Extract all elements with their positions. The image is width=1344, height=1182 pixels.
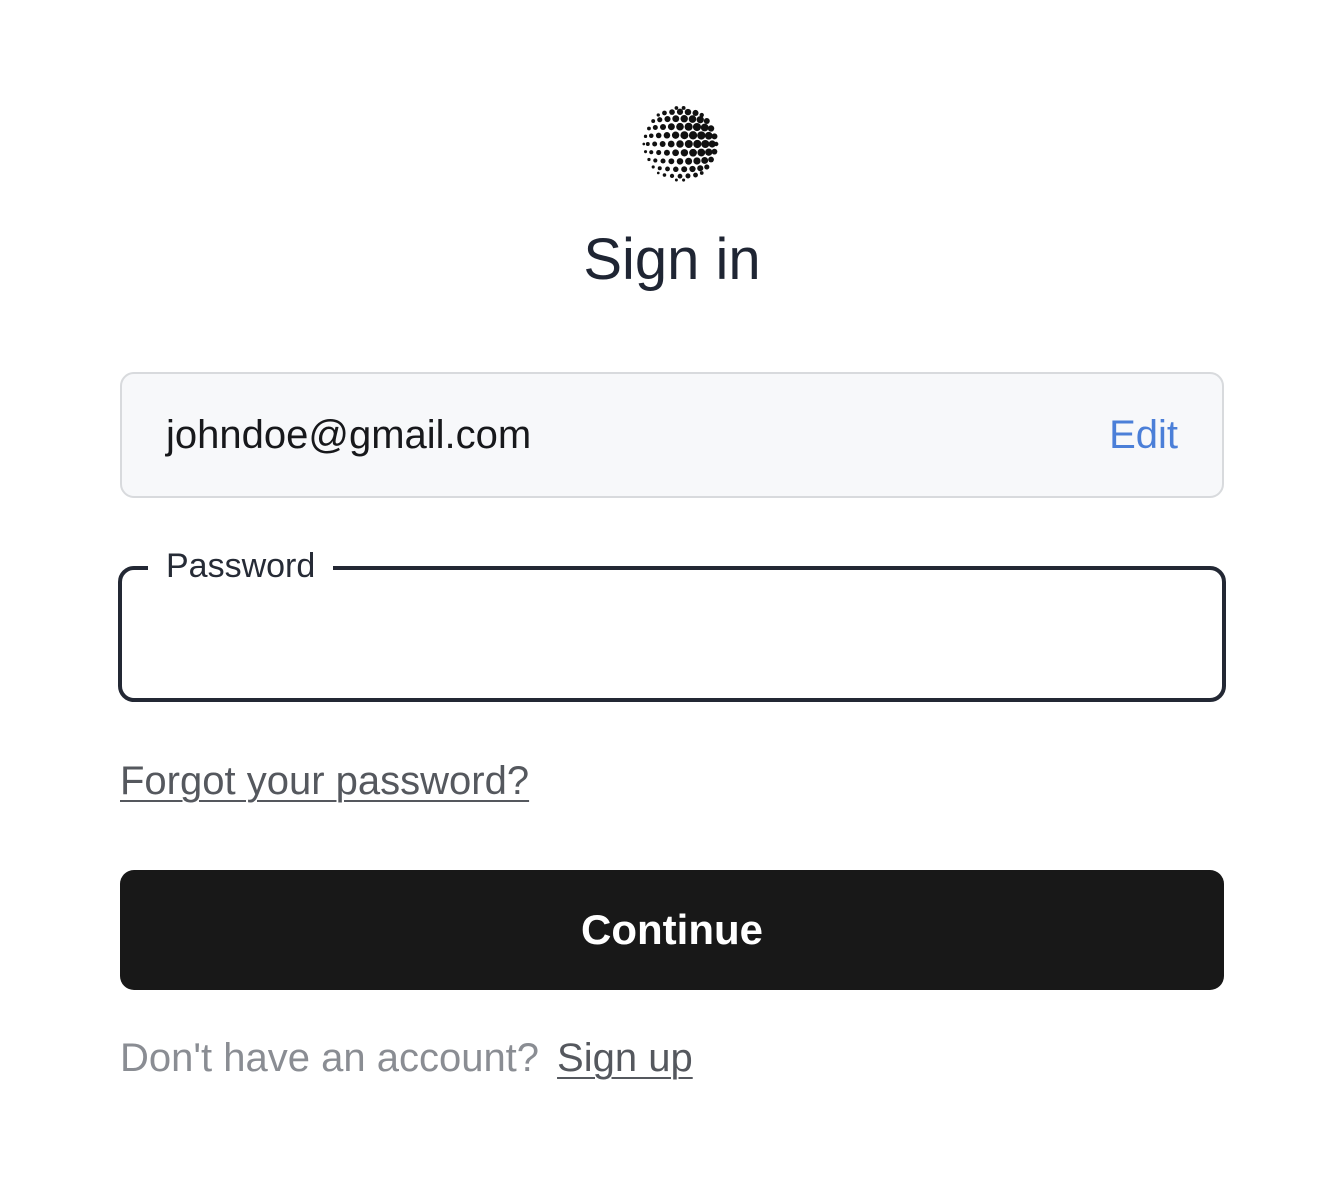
email-display: johndoe@gmail.com Edit	[120, 372, 1224, 498]
password-input[interactable]	[162, 600, 1176, 662]
signup-link[interactable]: Sign up	[557, 1036, 693, 1080]
edit-email-button[interactable]: Edit	[1109, 374, 1178, 496]
password-field[interactable]: Password	[118, 546, 1226, 702]
dotted-sphere-logo-icon	[642, 106, 719, 182]
password-label: Password	[148, 546, 334, 586]
page-title: Sign in	[583, 227, 761, 292]
email-value: johndoe@gmail.com	[166, 413, 532, 457]
continue-button[interactable]: Continue	[120, 870, 1224, 990]
forgot-password-link[interactable]: Forgot your password?	[120, 756, 529, 806]
signup-prompt: Don't have an account?	[120, 1036, 540, 1080]
signup-row: Don't have an account? Sign up	[120, 1032, 693, 1084]
